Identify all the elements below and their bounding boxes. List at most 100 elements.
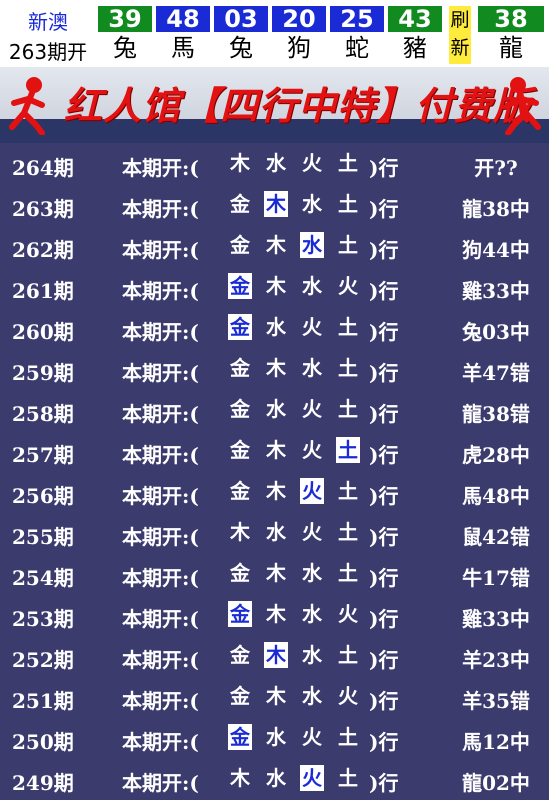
element-char: 木 [266,561,286,585]
element-char: 土 [338,766,358,790]
element-char: 土 [338,151,358,175]
element-suffix: )行 [369,607,399,631]
element-char: 木 [266,356,286,380]
draw-label: 本期开:( [122,566,199,590]
element-char: 水 [300,232,324,258]
refresh-button[interactable]: 刷 新 [449,6,471,64]
element-char: 水 [266,151,286,175]
period-label: 258期 [12,402,74,426]
element-char: 土 [338,356,358,380]
table-row: 264期 本期开:(木水火土)行 开?? [0,143,549,184]
draw-animal: 豬 [403,34,427,62]
table-row: 257期 本期开:(金木火土)行 虎28中 [0,430,549,471]
period-label: 259期 [12,361,74,385]
element-char: 金 [230,192,250,216]
element-char: 木 [264,642,288,668]
element-char: 水 [302,274,322,298]
element-char: 金 [228,724,252,750]
element-suffix: )行 [369,730,399,754]
element-char: 金 [230,643,250,667]
element-suffix: )行 [369,320,399,344]
draw-label: 本期开:( [122,402,199,426]
result-label: 馬12中 [462,730,530,754]
element-char: 土 [338,520,358,544]
draw-number: 38 [478,6,544,32]
prediction-table: 264期 本期开:(木水火土)行 开?? 263期 本期开:(金木水土)行 龍38中 262… [0,143,549,800]
draw-animal: 馬 [171,34,195,62]
element-suffix: )行 [369,361,399,385]
table-row: 261期 本期开:(金木水火)行 雞33中 [0,266,549,307]
element-char: 水 [302,356,322,380]
element-char: 木 [266,233,286,257]
red-runner-icon [9,77,45,135]
draw-number: 39 [98,6,152,32]
table-row: 251期 本期开:(金木水火)行 羊35错 [0,676,549,717]
draw-period: 263期开 [8,40,88,64]
draw-label: 本期开:( [122,156,199,180]
table-row: 262期 本期开:(金木水土)行 狗44中 [0,225,549,266]
element-char: 金 [230,233,250,257]
table-row: 263期 本期开:(金木水土)行 龍38中 [0,184,549,225]
result-label: 牛17错 [462,566,530,590]
refresh-label-top: 刷 [450,9,470,31]
draw-number: 20 [272,6,326,32]
element-char: 火 [302,438,322,462]
element-char: 金 [230,438,250,462]
result-label: 鼠42错 [462,525,530,549]
draw-label: 本期开:( [122,238,199,262]
element-char: 木 [266,684,286,708]
element-char: 金 [230,479,250,503]
element-char: 木 [266,274,286,298]
table-row: 252期 本期开:(金木水土)行 羊23中 [0,635,549,676]
table-row: 249期 本期开:(木水火土)行 龍02中 [0,758,549,799]
result-label: 虎28中 [462,443,530,467]
element-char: 水 [266,725,286,749]
draw-label: 本期开:( [122,689,199,713]
draw-label: 本期开:( [122,484,199,508]
element-suffix: )行 [369,525,399,549]
element-char: 土 [338,233,358,257]
table-row: 255期 本期开:(木水火土)行 鼠42错 [0,512,549,553]
title-banner: 红人馆【四行中特】付费版 [0,67,549,143]
period-label: 263期 [12,197,74,221]
banner-title: 红人馆【四行中特】付费版 [64,83,533,128]
element-char: 火 [302,397,322,421]
element-char: 火 [302,520,322,544]
element-char: 木 [266,602,286,626]
period-label: 262期 [12,238,74,262]
element-suffix: )行 [369,402,399,426]
element-char: 水 [302,192,322,216]
element-char: 木 [264,191,288,217]
element-char: 火 [338,274,358,298]
period-label: 261期 [12,279,74,303]
red-runner-icon [505,77,541,135]
draw-label: 本期开:( [122,607,199,631]
lottery-name: 新澳 [28,10,68,34]
element-char: 土 [338,479,358,503]
period-label: 249期 [12,771,74,795]
result-label: 羊23中 [462,648,530,672]
result-label: 羊47错 [462,361,530,385]
element-suffix: )行 [369,279,399,303]
element-suffix: )行 [369,197,399,221]
draw-number: 25 [330,6,384,32]
element-char: 水 [302,602,322,626]
element-char: 金 [228,601,252,627]
draw-label: 本期开:( [122,279,199,303]
draw-header: 新澳 263期开 39 兔 48 馬 03 兔 20 狗 25 蛇 43 豬 38 龍 刷 新 [0,0,549,66]
table-row: 250期 本期开:(金水火土)行 馬12中 [0,717,549,758]
element-char: 火 [302,315,322,339]
draw-animal: 狗 [287,34,311,62]
draw-animal: 兔 [113,34,137,62]
result-label: 狗44中 [462,238,530,262]
element-char: 火 [302,725,322,749]
element-char: 金 [230,561,250,585]
element-char: 水 [266,766,286,790]
period-label: 260期 [12,320,74,344]
element-char: 火 [338,602,358,626]
element-char: 木 [266,438,286,462]
result-label: 雞33中 [462,607,530,631]
draw-label: 本期开:( [122,771,199,795]
table-row: 256期 本期开:(金木火土)行 馬48中 [0,471,549,512]
draw-label: 本期开:( [122,443,199,467]
